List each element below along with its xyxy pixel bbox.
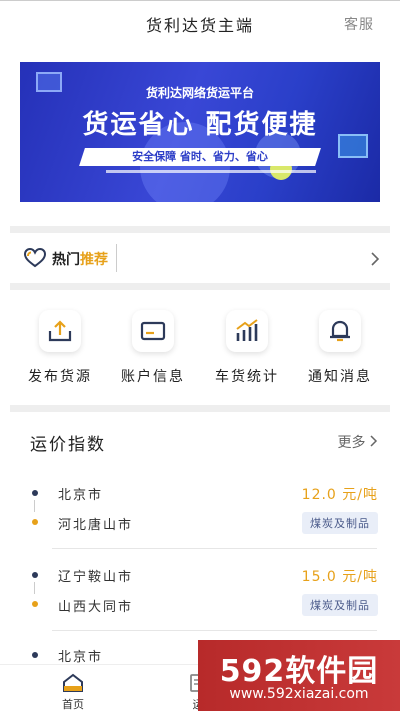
banner-underline <box>106 170 316 173</box>
notifications-button[interactable]: 通知消息 <box>295 310 385 386</box>
banner-headline: 货运省心 配货便捷 <box>82 110 318 140</box>
route-connector <box>34 582 35 594</box>
origin-dot <box>32 572 38 578</box>
origin-city: 辽宁鞍山市 <box>58 570 134 585</box>
action-label: 发布货源 <box>28 369 92 385</box>
banner-slogan-strip: 安全保障 省时、省力、省心 <box>79 148 321 166</box>
card-icon <box>132 310 174 352</box>
quick-actions: 发布货源 账户信息 车货统计 通知消息 <box>10 298 390 398</box>
section-divider <box>10 283 390 290</box>
destination-dot <box>32 601 38 607</box>
freight-price: 12.0 元/吨 <box>301 487 378 503</box>
home-icon <box>33 673 113 693</box>
watermark-title: 592软件园 <box>219 654 379 689</box>
top-bar: 货利达货主端 客服 <box>0 0 400 44</box>
action-label: 车货统计 <box>215 369 279 385</box>
more-link[interactable]: 更多 <box>338 432 378 452</box>
action-label: 账户信息 <box>121 369 185 385</box>
chevron-right-icon <box>370 435 378 447</box>
banner-slogan: 安全保障 省时、省力、省心 <box>132 150 268 163</box>
freight-index-title: 运价指数 <box>30 435 106 455</box>
origin-city: 北京市 <box>58 488 104 503</box>
freight-route-item[interactable]: 北京市 河北唐山市 12.0 元/吨 煤炭及制品 <box>30 484 380 564</box>
cargo-type-badge: 煤炭及制品 <box>302 512 378 534</box>
cargo-type-badge: 煤炭及制品 <box>302 594 378 616</box>
chevron-right-icon[interactable] <box>370 251 380 270</box>
hot-recommend-row[interactable]: 热门推荐 <box>10 236 390 280</box>
origin-city: 北京市 <box>58 650 104 665</box>
hot-recommend-label: 热门推荐 <box>52 249 108 269</box>
heart-icon <box>23 247 47 272</box>
tab-label: 首页 <box>62 698 84 711</box>
freight-route-item[interactable]: 辽宁鞍山市 山西大同市 15.0 元/吨 煤炭及制品 <box>30 566 380 646</box>
more-label: 更多 <box>337 435 366 451</box>
bell-icon <box>319 310 361 352</box>
upload-icon <box>39 310 81 352</box>
bar-chart-icon <box>226 310 268 352</box>
origin-dot <box>32 490 38 496</box>
recommend-label: 推荐 <box>80 252 108 268</box>
vehicle-cargo-stats-button[interactable]: 车货统计 <box>202 310 292 386</box>
watermark-url: www.592xiazai.com <box>229 686 369 702</box>
list-divider <box>52 548 377 549</box>
action-label: 通知消息 <box>308 369 372 385</box>
account-info-button[interactable]: 账户信息 <box>108 310 198 386</box>
route-connector <box>34 500 35 512</box>
section-divider <box>10 405 390 412</box>
section-divider <box>10 226 390 233</box>
destination-city: 山西大同市 <box>58 600 134 615</box>
watermark-logo: 592软件园 www.592xiazai.com <box>198 640 400 711</box>
hot-label: 热门 <box>52 252 80 268</box>
page-title: 货利达货主端 <box>145 16 254 35</box>
vertical-separator <box>116 244 117 272</box>
list-divider <box>52 630 377 631</box>
tab-home[interactable]: 首页 <box>33 673 113 711</box>
customer-service-button[interactable]: 客服 <box>344 14 374 34</box>
freight-price: 15.0 元/吨 <box>301 569 378 585</box>
destination-dot <box>32 519 38 525</box>
banner-subtitle: 货利达网络货运平台 <box>145 86 254 100</box>
origin-dot <box>32 652 38 658</box>
promo-banner[interactable]: 货利达网络货运平台 货运省心 配货便捷 安全保障 省时、省力、省心 <box>20 62 380 202</box>
destination-city: 河北唐山市 <box>58 518 134 533</box>
publish-cargo-button[interactable]: 发布货源 <box>15 310 105 386</box>
